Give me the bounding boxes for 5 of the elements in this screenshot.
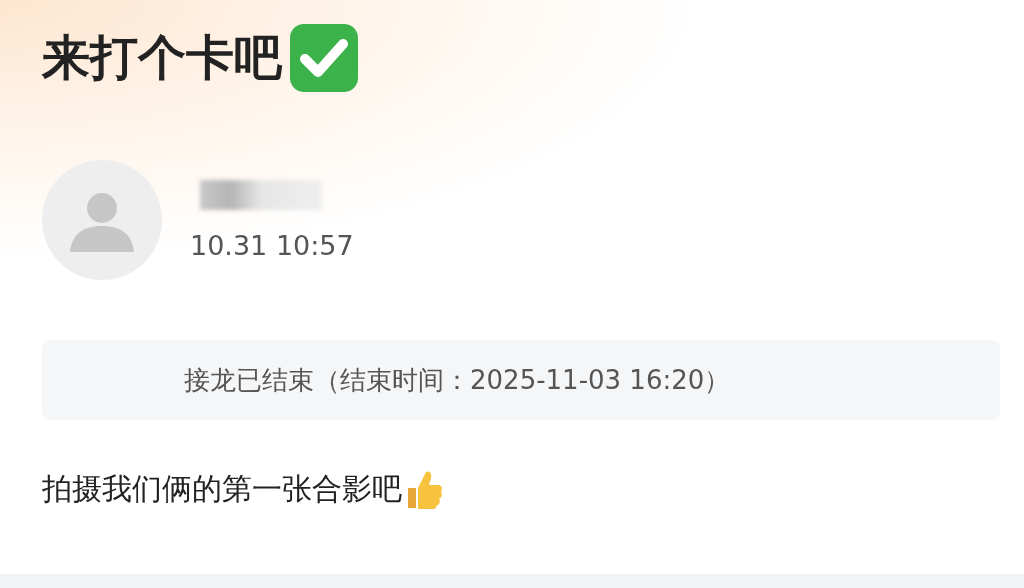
message-text: 拍摄我们俩的第一张合影吧	[42, 469, 402, 508]
status-banner: 接龙已结束（结束时间：2025-11-03 16:20）	[42, 340, 1000, 420]
post-time: 10.31 10:57	[190, 229, 354, 261]
check-icon	[288, 22, 360, 94]
post-title: 来打个卡吧	[42, 29, 282, 87]
